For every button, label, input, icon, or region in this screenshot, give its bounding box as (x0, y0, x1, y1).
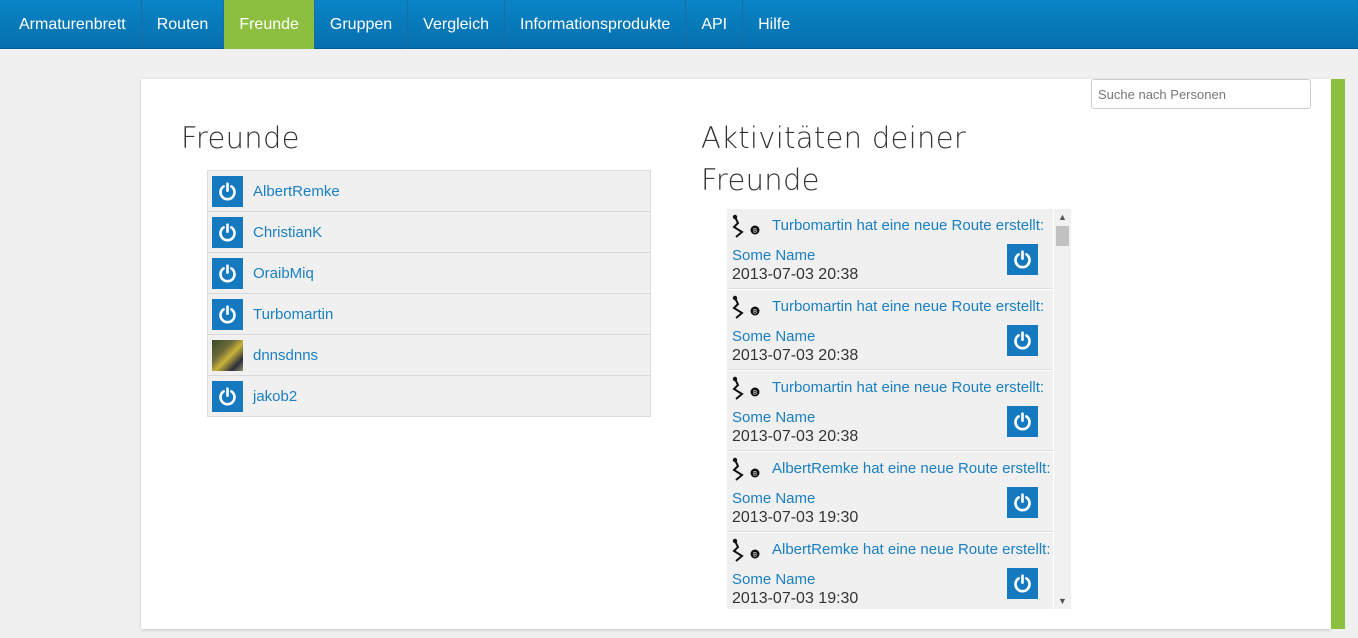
friend-name-link[interactable]: OraibMiq (253, 265, 314, 282)
activity-date: 2013-07-03 20:38 (732, 428, 859, 445)
power-icon (212, 216, 243, 248)
activity-text-link[interactable]: Turbomartin hat eine neue Route erstellt… (772, 217, 1044, 234)
nav-item-informationsprodukte[interactable]: Informationsprodukte (505, 0, 687, 49)
route-icon: B (732, 457, 760, 481)
power-icon (212, 175, 243, 207)
activity-item: B Turbomartin hat eine neue Route erstel… (727, 290, 1053, 370)
friend-name-link[interactable]: Turbomartin (253, 306, 333, 323)
activity-date: 2013-07-03 20:38 (732, 266, 859, 283)
route-icon: B (732, 214, 760, 238)
nav-item-hilfe[interactable]: Hilfe (743, 0, 805, 49)
svg-text:B: B (753, 552, 757, 559)
route-icon: B (732, 538, 760, 562)
friend-item[interactable]: dnnsdnns (208, 335, 650, 376)
power-icon[interactable] (1007, 244, 1038, 275)
nav-item-vergleich[interactable]: Vergleich (408, 0, 505, 49)
search-people-input[interactable] (1091, 79, 1311, 109)
power-icon[interactable] (1007, 568, 1038, 599)
activity-date: 2013-07-03 20:38 (732, 347, 859, 364)
power-icon (212, 257, 243, 289)
activity-text-link[interactable]: AlbertRemke hat eine neue Route erstellt… (772, 541, 1051, 558)
avatar-photo (212, 339, 243, 371)
accent-bar (1331, 79, 1345, 629)
activity-item: B Turbomartin hat eine neue Route erstel… (727, 209, 1053, 289)
friend-item[interactable]: AlbertRemke (208, 171, 650, 212)
activity-item: B Turbomartin hat eine neue Route erstel… (727, 371, 1053, 451)
scroll-down-arrow-icon[interactable]: ▼ (1054, 593, 1071, 609)
route-name-link[interactable]: Some Name (732, 490, 815, 507)
friend-item[interactable]: Turbomartin (208, 294, 650, 335)
friend-name-link[interactable]: ChristianK (253, 224, 322, 241)
nav-item-routen[interactable]: Routen (142, 0, 225, 49)
power-icon[interactable] (1007, 487, 1038, 518)
top-navigation: Armaturenbrett Routen Freunde Gruppen Ve… (0, 0, 1358, 49)
friends-list: AlbertRemke ChristianK OraibMiq Turbomar… (207, 170, 651, 417)
activity-date: 2013-07-03 19:30 (732, 509, 859, 526)
power-icon[interactable] (1007, 406, 1038, 437)
svg-text:B: B (753, 228, 757, 235)
scroll-thumb[interactable] (1056, 226, 1069, 246)
route-name-link[interactable]: Some Name (732, 409, 815, 426)
friends-heading: Freunde (181, 121, 300, 155)
svg-text:B: B (753, 390, 757, 397)
activity-date: 2013-07-03 19:30 (732, 590, 859, 607)
activity-item: B AlbertRemke hat eine neue Route erstel… (727, 452, 1053, 532)
svg-text:B: B (753, 309, 757, 316)
nav-item-freunde[interactable]: Freunde (224, 0, 315, 49)
friend-name-link[interactable]: AlbertRemke (253, 183, 340, 200)
nav-item-armaturenbrett[interactable]: Armaturenbrett (0, 0, 142, 49)
nav-item-api[interactable]: API (686, 0, 744, 49)
activity-feed[interactable]: B Turbomartin hat eine neue Route erstel… (727, 209, 1071, 609)
nav-item-gruppen[interactable]: Gruppen (315, 0, 409, 49)
svg-text:B: B (753, 471, 757, 478)
activity-heading: Aktivitäten deiner Freunde (701, 121, 967, 197)
activity-text-link[interactable]: AlbertRemke hat eine neue Route erstellt… (772, 460, 1051, 477)
activity-scrollbar[interactable]: ▲ ▼ (1054, 209, 1071, 609)
activity-text-link[interactable]: Turbomartin hat eine neue Route erstellt… (772, 379, 1044, 396)
friend-name-link[interactable]: jakob2 (253, 388, 297, 405)
power-icon[interactable] (1007, 325, 1038, 356)
route-icon: B (732, 376, 760, 400)
power-icon (212, 380, 243, 412)
power-icon (212, 298, 243, 330)
activity-text-link[interactable]: Turbomartin hat eine neue Route erstellt… (772, 298, 1044, 315)
activity-item: B AlbertRemke hat eine neue Route erstel… (727, 533, 1053, 609)
friend-item[interactable]: OraibMiq (208, 253, 650, 294)
scroll-up-arrow-icon[interactable]: ▲ (1054, 209, 1071, 225)
friend-name-link[interactable]: dnnsdnns (253, 347, 318, 364)
route-name-link[interactable]: Some Name (732, 571, 815, 588)
friend-item[interactable]: ChristianK (208, 212, 650, 253)
route-name-link[interactable]: Some Name (732, 328, 815, 345)
route-name-link[interactable]: Some Name (732, 247, 815, 264)
friend-item[interactable]: jakob2 (208, 376, 650, 416)
route-icon: B (732, 295, 760, 319)
